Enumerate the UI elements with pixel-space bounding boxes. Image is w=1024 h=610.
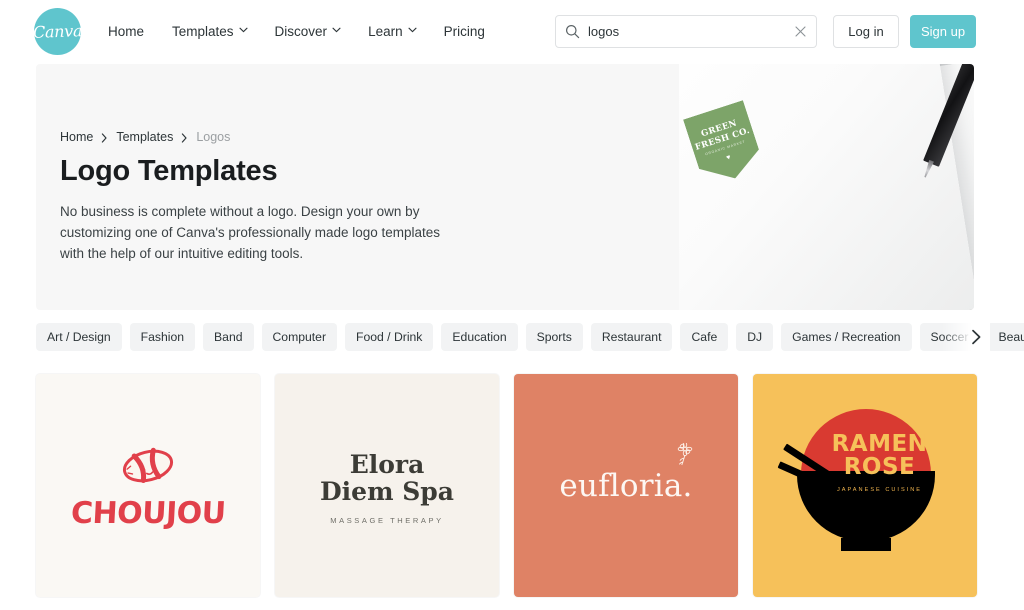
template-grid: CHOUJOU Elora Diem Spa MASSAGE THERAPY e… [36, 374, 1024, 597]
chip-education[interactable]: Education [441, 323, 518, 351]
breadcrumb-item-home[interactable]: Home [60, 130, 93, 144]
hero-image: GREEN FRESH CO. ORGANIC MARKET ♥ [679, 64, 974, 310]
hero-banner: Home Templates Logos Logo Templates No b… [36, 64, 974, 310]
breadcrumb: Home Templates Logos [60, 130, 480, 144]
chips-next-button[interactable] [966, 326, 986, 348]
breadcrumb-item-templates[interactable]: Templates [116, 130, 173, 144]
page-title: Logo Templates [60, 155, 278, 187]
nav-item-home-label: Home [108, 24, 145, 39]
chip-sports[interactable]: Sports [525, 323, 583, 351]
site-header: Canva Home Templates Discover Learn Pric… [0, 0, 1024, 63]
template-card-title: eufloria. [559, 467, 693, 504]
hero-description: No business is complete without a logo. … [60, 204, 441, 261]
nav-item-home[interactable]: Home [108, 20, 144, 43]
chevron-down-icon [332, 27, 341, 35]
template-card-title-line1: Elora [349, 450, 425, 480]
nav-item-learn-label: Learn [368, 24, 403, 39]
nav-item-discover-label: Discover [274, 24, 328, 39]
chip-art-design[interactable]: Art / Design [36, 323, 122, 351]
template-card-subtitle: JAPANESE CUISINE [836, 486, 923, 493]
chip-dj[interactable]: DJ [736, 323, 774, 351]
hero-paper-primary: GREEN FRESH CO. ORGANIC MARKET ♥ [679, 64, 974, 310]
signup-button[interactable]: Sign up [910, 15, 976, 48]
nav-item-pricing[interactable]: Pricing [444, 20, 485, 43]
heart-icon: ♥ [725, 153, 732, 162]
chip-band[interactable]: Band [203, 323, 254, 351]
chip-food-drink[interactable]: Food / Drink [345, 323, 434, 351]
template-card-title: CHOUJOU [69, 496, 227, 531]
search-box[interactable] [555, 15, 817, 48]
chip-restaurant[interactable]: Restaurant [590, 323, 673, 351]
canva-logo[interactable]: Canva [32, 8, 83, 55]
chip-fashion[interactable]: Fashion [129, 323, 196, 351]
template-card-title-line1: RAMEN [831, 431, 928, 457]
sushi-icon [119, 444, 177, 488]
template-card-choujou[interactable]: CHOUJOU [36, 374, 260, 597]
flower-icon [675, 441, 695, 467]
template-card-title-line2: Diem Spa [320, 477, 454, 506]
breadcrumb-item-logos: Logos [196, 130, 231, 144]
chip-cafe[interactable]: Cafe [680, 323, 729, 351]
hero-text-block: Home Templates Logos Logo Templates No b… [60, 130, 480, 264]
main-nav: Home Templates Discover Learn Pricing [108, 20, 513, 43]
chevron-down-icon [408, 27, 417, 35]
chip-games-recreation[interactable]: Games / Recreation [781, 323, 912, 351]
category-filter-row[interactable]: Art / Design Fashion Band Computer Food … [36, 323, 1024, 351]
nav-item-pricing-label: Pricing [443, 24, 485, 39]
canva-logo-text: Canva [32, 21, 83, 42]
header-actions: Log in Sign up [555, 0, 1024, 63]
nav-item-templates-label: Templates [172, 24, 234, 39]
chevron-right-icon [101, 132, 108, 143]
chip-beauty[interactable]: Beauty [987, 323, 1024, 351]
chevron-right-icon [181, 132, 188, 143]
bowl-base [840, 538, 891, 551]
template-card-elora-diem-spa[interactable]: Elora Diem Spa MASSAGE THERAPY [275, 374, 499, 597]
page-root: Canva Home Templates Discover Learn Pric… [0, 0, 1024, 610]
template-card-subtitle: MASSAGE THERAPY [330, 515, 444, 525]
login-button[interactable]: Log in [833, 15, 899, 48]
nav-item-learn[interactable]: Learn [368, 20, 417, 43]
nav-item-discover[interactable]: Discover [275, 20, 341, 43]
hero-badge-logo: GREEN FRESH CO. ORGANIC MARKET ♥ [683, 100, 765, 188]
template-card-ramen-rose[interactable]: RAMEN ROSE JAPANESE CUISINE [753, 374, 977, 597]
chip-computer[interactable]: Computer [261, 323, 338, 351]
nav-item-templates[interactable]: Templates [172, 20, 248, 43]
search-icon [565, 24, 580, 39]
template-card-title-line2: ROSE [843, 454, 916, 481]
close-icon[interactable] [794, 25, 807, 38]
search-input[interactable] [588, 24, 794, 39]
template-card-eufloria[interactable]: eufloria. [514, 374, 738, 597]
chevron-down-icon [238, 27, 248, 35]
